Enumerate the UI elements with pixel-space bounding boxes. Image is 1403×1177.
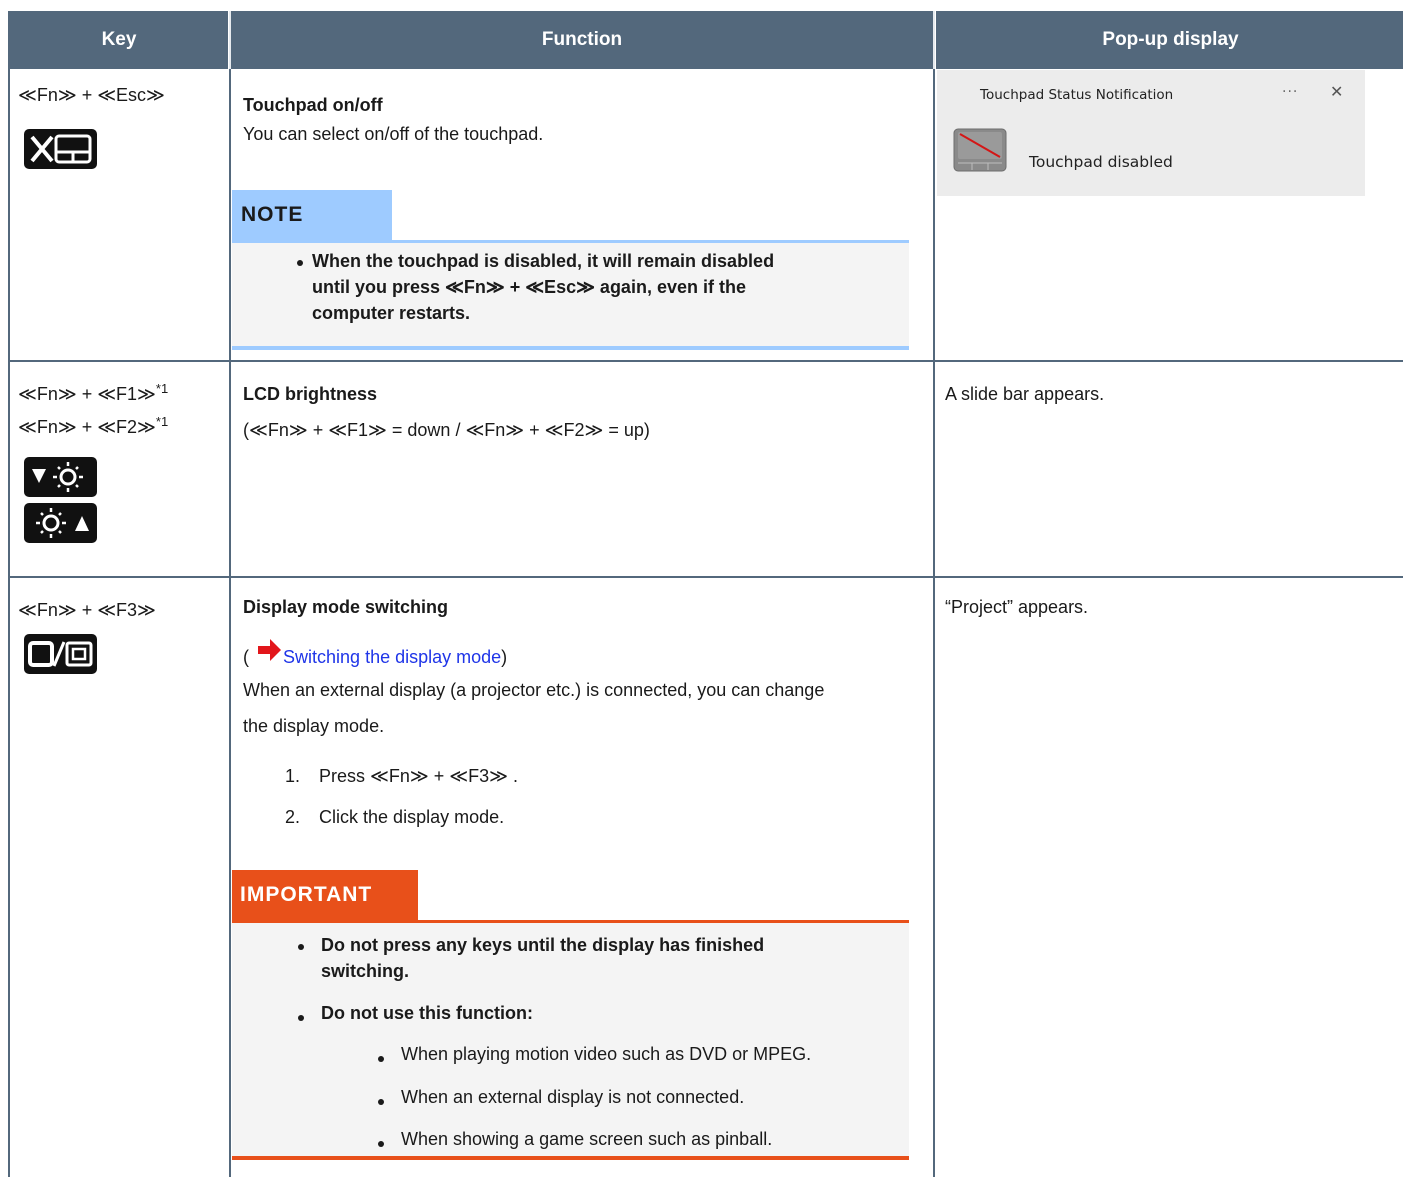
reference-link-line: ( Switching the display mode) [243, 637, 507, 668]
important-label: IMPORTANT [232, 870, 418, 920]
key-label: ≪Fn≫ + ≪F1≫ [18, 384, 156, 404]
paren-close: ) [501, 647, 508, 667]
desc-line: When an external display (a projector et… [243, 680, 825, 700]
footnote-marker: *1 [155, 414, 169, 429]
function-desc-brightness: (≪Fn≫ + ≪F1≫ = down / ≪Fn≫ + ≪F2≫ = up) [243, 420, 650, 440]
function-title-display: Display mode switching [243, 597, 449, 617]
important-item-2: Do not use this function: [321, 1003, 533, 1023]
step-2: 2. Click the display mode. [285, 807, 504, 828]
key-fn-f3: ≪Fn≫ + ≪F3≫ [18, 600, 156, 620]
row-divider [10, 360, 1403, 362]
touchpad-disabled-icon [953, 128, 1007, 172]
touchpad-notification-popup: Touchpad Status Notification ··· ✕ Touch… [937, 70, 1365, 196]
key-label: ≪Fn≫ + ≪F2≫ [18, 417, 156, 437]
desc-line: the display mode. [243, 716, 385, 736]
note-text: When the touchpad is disabled, it will r… [312, 248, 872, 326]
paren-open: ( [243, 647, 249, 667]
row-divider [10, 576, 1403, 578]
key-fn-esc: ≪Fn≫ + ≪Esc≫ [18, 85, 165, 105]
note-body: When the touchpad is disabled, it will r… [232, 243, 909, 346]
important-body: Do not press any keys until the display … [232, 923, 909, 1156]
note-box: NOTE When the touchpad is disabled, it w… [232, 190, 909, 350]
function-title-touchpad: Touchpad on/off [243, 95, 383, 115]
header-popup: Pop-up display [936, 11, 1403, 69]
bullet [378, 1141, 384, 1147]
popup-title: Touchpad Status Notification [980, 87, 1174, 103]
header-divider [933, 11, 935, 69]
popup-desc-display: “Project” appears. [945, 597, 1089, 617]
column-divider [933, 69, 935, 1177]
bullet [298, 1015, 304, 1021]
red-arrow-icon [258, 639, 282, 661]
popup-desc-brightness: A slide bar appears. [945, 384, 1105, 404]
bullet [297, 260, 303, 266]
sub-item: When an external display is not connecte… [401, 1087, 745, 1107]
touchpad-off-icon [24, 129, 97, 169]
footnote-marker: *1 [155, 381, 169, 396]
step-number: 1. [285, 766, 301, 786]
note-bottom-rule [232, 346, 909, 350]
step-text: Press ≪Fn≫ + ≪F3≫ . [319, 766, 518, 786]
important-line: switching. [321, 961, 410, 981]
function-desc-touchpad: You can select on/off of the touchpad. [243, 124, 544, 144]
important-box: IMPORTANT Do not press any keys until th… [232, 870, 909, 1176]
popup-message: Touchpad disabled [1029, 153, 1173, 171]
important-item-1: Do not press any keys until the display … [321, 932, 764, 984]
bullet [378, 1099, 384, 1105]
bullet [378, 1056, 384, 1062]
switching-display-mode-link[interactable]: Switching the display mode [283, 647, 501, 667]
step-number: 2. [285, 807, 301, 827]
more-options-icon[interactable]: ··· [1282, 84, 1298, 100]
sub-item: When showing a game screen such as pinba… [401, 1129, 773, 1149]
key-fn-f1: ≪Fn≫ + ≪F1≫*1 [18, 380, 168, 408]
step-text: Click the display mode. [319, 807, 505, 827]
important-line: Do not press any keys until the display … [321, 935, 765, 955]
note-line: When the touchpad is disabled, it will r… [312, 251, 775, 271]
key-fn-f2: ≪Fn≫ + ≪F2≫*1 [18, 413, 168, 441]
close-icon[interactable]: ✕ [1330, 82, 1343, 101]
header-key: Key [10, 11, 228, 69]
column-divider [229, 69, 231, 1177]
brightness-up-icon [24, 503, 97, 543]
display-switch-icon [24, 634, 97, 674]
brightness-down-icon [24, 457, 97, 497]
note-line: computer restarts. [312, 303, 471, 323]
sub-item: When playing motion video such as DVD or… [401, 1044, 812, 1064]
note-label: NOTE [232, 190, 392, 240]
important-bottom-rule [232, 1156, 909, 1160]
note-line: until you press ≪Fn≫ + ≪Esc≫ again, even… [312, 277, 746, 297]
header-function: Function [231, 11, 933, 69]
function-title-brightness: LCD brightness [243, 384, 378, 404]
function-desc-display: When an external display (a projector et… [243, 672, 824, 744]
step-1: 1. Press ≪Fn≫ + ≪F3≫ . [285, 766, 518, 787]
bullet [298, 944, 304, 950]
